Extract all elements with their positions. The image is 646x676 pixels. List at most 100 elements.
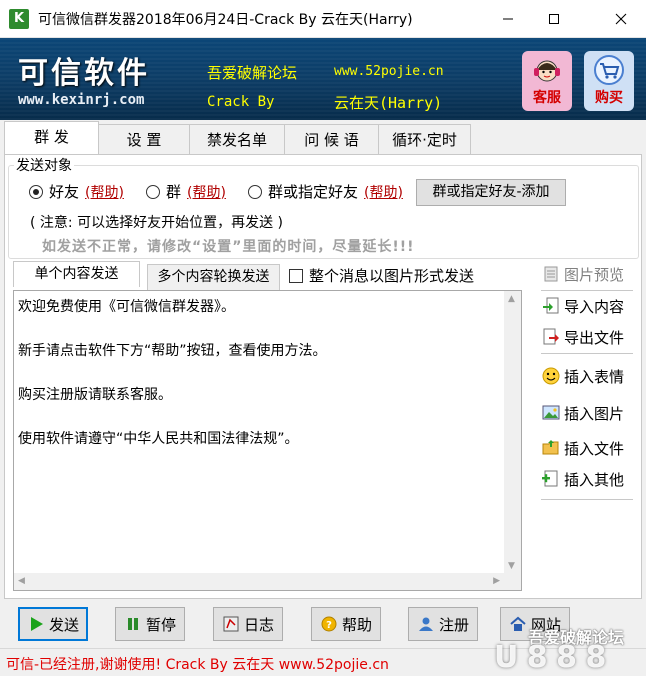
help-link-groups-or-friends[interactable]: (帮助): [364, 182, 403, 202]
log-icon: [222, 615, 240, 633]
image-preview-button[interactable]: 图片预览: [541, 261, 633, 287]
send-label: 发送: [48, 615, 79, 634]
image-icon: [541, 403, 561, 423]
play-icon: [27, 615, 45, 633]
import-content-label: 导入内容: [564, 297, 625, 316]
image-send-checkbox-box[interactable]: [289, 268, 303, 283]
radio-groups-label: 群: [166, 183, 182, 201]
close-button[interactable]: [596, 0, 646, 38]
radio-groups[interactable]: 群 (帮助): [146, 181, 226, 202]
help-label: 帮助: [341, 615, 372, 634]
horizontal-scrollbar[interactable]: ◀ ▶: [14, 573, 504, 590]
message-line: 欢迎免费使用《可信微信群发器》。: [18, 299, 235, 315]
buy-label: 购买: [595, 90, 623, 106]
tab-single-content[interactable]: 单个内容发送: [13, 261, 140, 287]
brand-url: www.kexinrj.com: [18, 92, 145, 108]
header-banner: 可信软件 www.kexinrj.com 吾爱破解论坛 www.52pojie.…: [0, 38, 646, 120]
buy-button[interactable]: 购买: [584, 51, 634, 111]
scroll-right-icon[interactable]: ▶: [493, 576, 500, 586]
send-button[interactable]: 发送: [18, 607, 88, 641]
insert-other-button[interactable]: 插入其他: [541, 466, 633, 492]
export-file-label: 导出文件: [564, 328, 625, 347]
log-label: 日志: [243, 615, 274, 634]
help-link-friends[interactable]: (帮助): [85, 182, 124, 202]
tab-blocklist[interactable]: 禁发名单: [189, 124, 285, 155]
scroll-down-icon[interactable]: ▼: [508, 561, 515, 571]
side-divider: [541, 290, 633, 292]
shopping-cart-icon: [584, 51, 634, 89]
insert-image-button[interactable]: 插入图片: [541, 400, 633, 426]
insert-emoji-label: 插入表情: [564, 367, 625, 386]
user-icon: [417, 615, 435, 633]
import-content-button[interactable]: 导入内容: [541, 293, 633, 319]
insert-file-label: 插入文件: [564, 439, 625, 458]
log-button[interactable]: 日志: [213, 607, 283, 641]
import-icon: [541, 296, 561, 316]
insert-other-label: 插入其他: [564, 470, 625, 489]
insert-file-button[interactable]: 插入文件: [541, 435, 633, 461]
window-title: 可信微信群发器2018年06月24日-Crack By 云在天(Harry): [38, 12, 413, 28]
tab-loop-timer[interactable]: 循环·定时: [378, 124, 471, 155]
radio-groups-or-friends[interactable]: 群或指定好友 (帮助): [248, 181, 403, 202]
message-line: 新手请点击软件下方“帮助”按钮，查看使用方法。: [18, 343, 327, 359]
radio-friends[interactable]: 好友 (帮助): [29, 181, 124, 202]
minimize-icon: [503, 18, 513, 20]
pause-icon: [124, 615, 142, 633]
image-preview-label: 图片预览: [564, 265, 625, 284]
message-line: 购买注册版请联系客服。: [18, 387, 172, 403]
radio-friends-label: 好友: [49, 183, 80, 201]
radio-groups-or-friends-button[interactable]: [248, 184, 262, 199]
website-label: 网站: [530, 615, 561, 634]
minimize-button[interactable]: [485, 0, 531, 38]
customer-service-label: 客服: [533, 90, 561, 106]
svg-text:?: ?: [326, 620, 332, 631]
side-divider: [541, 499, 633, 501]
send-target-title: 发送对象: [14, 155, 74, 175]
vertical-scrollbar[interactable]: ▲ ▼: [504, 291, 521, 574]
export-file-button[interactable]: 导出文件: [541, 324, 633, 350]
website-button[interactable]: 网站: [500, 607, 570, 641]
pause-button[interactable]: 暂停: [115, 607, 185, 641]
add-document-icon: [541, 469, 561, 489]
tab-settings[interactable]: 设 置: [98, 124, 190, 155]
crack-label: Crack By: [207, 94, 275, 110]
pause-label: 暂停: [145, 615, 176, 634]
maximize-icon: [549, 14, 559, 24]
side-divider: [541, 353, 633, 355]
radio-friends-button[interactable]: [29, 184, 43, 199]
help-icon: ?: [320, 615, 338, 633]
timing-warning: 如发送不正常，请修改“设置”里面的时间，尽量延长!!!: [42, 239, 415, 255]
help-link-groups[interactable]: (帮助): [187, 182, 226, 202]
tab-greetings[interactable]: 问 候 语: [284, 124, 379, 155]
brand-name: 可信软件: [18, 56, 150, 91]
home-icon: [509, 615, 527, 633]
scroll-up-icon[interactable]: ▲: [508, 294, 515, 304]
message-text[interactable]: 欢迎免费使用《可信微信群发器》。 新手请点击软件下方“帮助”按钮，查看使用方法。…: [18, 296, 498, 472]
radio-groups-button[interactable]: [146, 184, 160, 199]
tab-mass-send[interactable]: 群 发: [4, 121, 99, 155]
image-send-checkbox[interactable]: 整个消息以图片形式发送: [289, 265, 474, 286]
scroll-left-icon[interactable]: ◀: [18, 576, 25, 586]
add-target-button[interactable]: 群或指定好友-添加: [416, 179, 566, 206]
registration-status: 可信-已经注册,谢谢使用! Crack By 云在天 www.52pojie.c…: [6, 657, 389, 673]
image-send-checkbox-label: 整个消息以图片形式发送: [309, 267, 475, 285]
register-label: 注册: [438, 615, 469, 634]
start-position-note: ( 注意: 可以选择好友开始位置，再发送 ): [30, 215, 283, 231]
close-icon: [615, 13, 627, 25]
status-bar: 可信-已经注册,谢谢使用! Crack By 云在天 www.52pojie.c…: [0, 648, 646, 676]
smiley-icon: [541, 366, 561, 386]
scrollbar-corner: [504, 573, 521, 590]
customer-service-button[interactable]: 客服: [522, 51, 572, 111]
radio-groups-or-friends-label: 群或指定好友: [268, 183, 359, 201]
message-line: 使用软件请遵守“中华人民共和国法律法规”。: [18, 431, 299, 447]
help-button[interactable]: ? 帮助: [311, 607, 381, 641]
app-icon: K: [9, 9, 29, 29]
message-editor[interactable]: 欢迎免费使用《可信微信群发器》。 新手请点击软件下方“帮助”按钮，查看使用方法。…: [13, 290, 522, 591]
main-tabs: 群 发 设 置 禁发名单 问 候 语 循环·定时: [0, 120, 646, 155]
register-button[interactable]: 注册: [408, 607, 478, 641]
maximize-button[interactable]: [531, 0, 577, 38]
export-icon: [541, 327, 561, 347]
insert-emoji-button[interactable]: 插入表情: [541, 363, 633, 389]
crack-author: 云在天(Harry): [334, 94, 443, 112]
tab-multi-content[interactable]: 多个内容轮换发送: [147, 264, 280, 290]
